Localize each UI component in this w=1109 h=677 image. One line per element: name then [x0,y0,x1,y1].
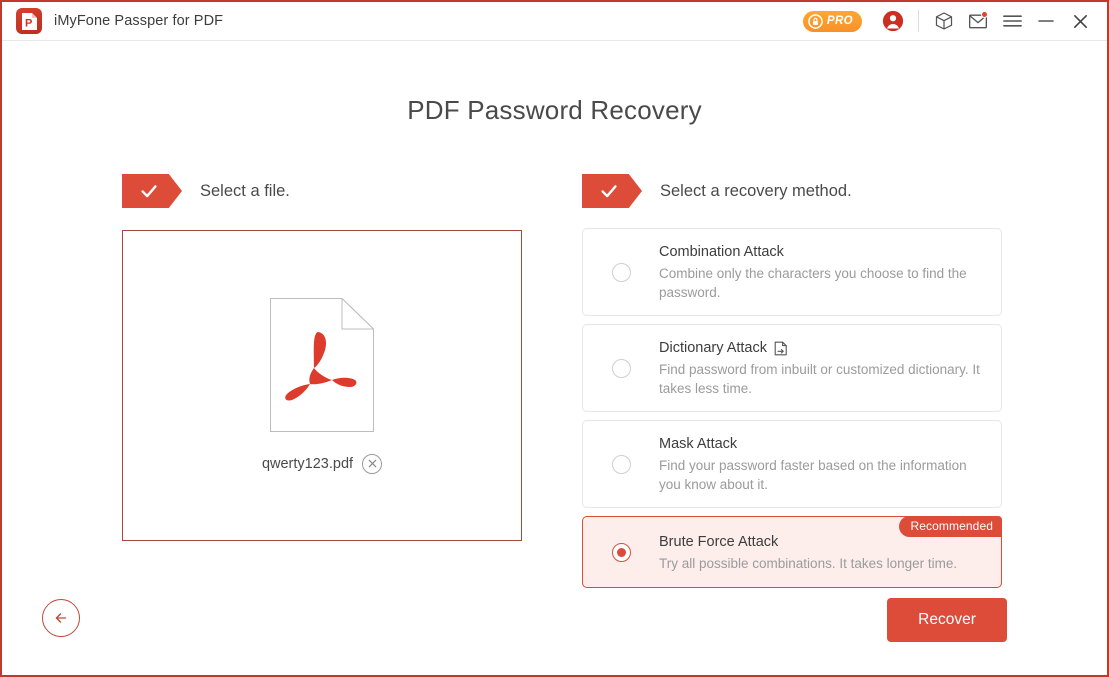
method-option-dictionary-attack[interactable]: Dictionary Attack Find password from inb… [582,324,1002,412]
mail-icon[interactable] [961,4,995,38]
select-file-step-header: Select a file. [122,174,522,208]
radio-button [611,358,631,378]
select-method-label: Select a recovery method. [660,181,852,200]
file-drop-zone[interactable]: qwerty123.pdf [122,230,522,541]
radio-wrap[interactable] [583,542,659,562]
selected-file-row: qwerty123.pdf [261,453,383,474]
method-description: Find your password faster based on the i… [659,458,967,492]
remove-file-icon[interactable] [362,453,383,474]
menu-icon[interactable] [995,4,1029,38]
steps-columns: Select a file. qwerty123.pdf Select a re… [2,174,1107,596]
method-body: Mask Attack Find your password faster ba… [659,434,987,494]
svg-text:P: P [25,17,32,29]
method-option-brute-force-attack[interactable]: Recommended Brute Force Attack Try all p… [582,516,1002,588]
method-description: Find password from inbuilt or customized… [659,362,980,396]
select-file-label: Select a file. [200,181,290,200]
title-bar: P iMyFone Passper for PDF PRO [2,0,1107,41]
method-description: Combine only the characters you choose t… [659,266,967,300]
page-title: PDF Password Recovery [407,95,702,125]
method-title-text: Combination Attack [659,244,784,260]
mail-notification-dot [981,11,988,18]
adobe-pdf-icon [270,296,375,432]
app-logo-icon: P [16,8,42,34]
select-file-column: Select a file. qwerty123.pdf [2,174,522,596]
step-complete-flag [122,174,182,208]
minimize-icon[interactable] [1029,4,1063,38]
radio-button [611,262,631,282]
box-icon[interactable] [927,4,961,38]
close-icon[interactable] [1063,4,1097,38]
recover-button[interactable]: Recover [887,598,1007,642]
radio-wrap[interactable] [583,454,659,474]
file-name: qwerty123.pdf [261,455,354,472]
method-option-mask-attack[interactable]: Mask Attack Find your password faster ba… [582,420,1002,508]
method-title-text: Brute Force Attack [659,533,779,550]
back-arrow-icon [55,613,67,623]
recovery-method-list: Combination Attack Combine only the char… [582,228,1002,588]
import-dictionary-icon[interactable] [774,341,788,356]
app-window: P iMyFone Passper for PDF PRO PDF Passwo… [0,0,1109,677]
titlebar-controls: PRO [802,4,1097,38]
lock-circle-icon [808,13,823,29]
method-body: Dictionary Attack Find password from inb… [659,338,987,398]
method-title-text: Mask Attack [659,436,738,452]
main-content: PDF Password Recovery Select a file. qwe… [2,41,1107,675]
check-icon [141,185,157,198]
recommended-badge: Recommended [898,516,1002,537]
step-complete-flag [582,174,642,208]
pro-badge-label: PRO [826,15,853,27]
method-body: Combination Attack Combine only the char… [659,242,987,302]
method-description: Try all possible combinations. It takes … [659,555,958,571]
pro-badge[interactable]: PRO [802,10,862,32]
back-button[interactable] [42,599,80,637]
radio-wrap[interactable] [583,262,659,282]
app-title: iMyFone Passper for PDF [54,13,224,29]
method-body: Brute Force Attack Try all possible comb… [659,532,987,573]
method-option-combination-attack[interactable]: Combination Attack Combine only the char… [582,228,1002,316]
account-icon[interactable] [876,4,910,38]
radio-button [611,454,631,474]
method-title-text: Dictionary Attack [659,340,767,356]
check-icon [601,185,617,198]
select-method-column: Select a recovery method. Combination At… [522,174,1042,596]
method-title: Mask Attack [659,434,981,454]
radio-button [611,542,631,562]
method-title: Combination Attack [659,242,981,262]
titlebar-divider [918,10,919,32]
method-title: Dictionary Attack [659,338,981,358]
select-method-step-header: Select a recovery method. [582,174,1042,208]
radio-wrap[interactable] [583,358,659,378]
